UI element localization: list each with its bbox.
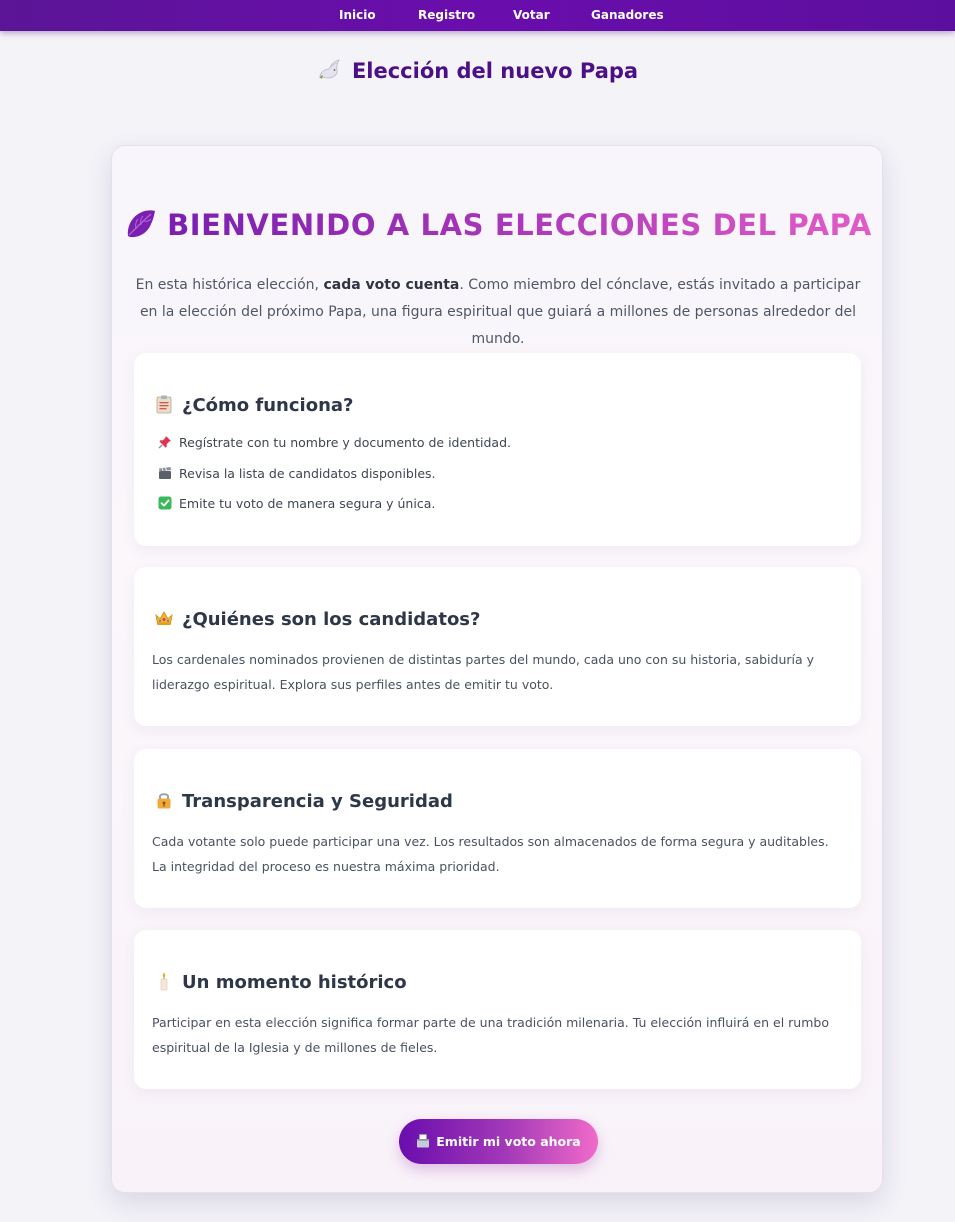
steps-list: Regístrate con tu nombre y documento de … <box>158 435 511 527</box>
check-mark-icon <box>158 496 172 510</box>
transparency-description: Cada votante solo puede participar una v… <box>152 834 829 874</box>
hero-title-text: BIENVENIDO A LAS ELECCIONES DEL PAPA <box>167 208 872 242</box>
transparency-card: Transparencia y Seguridad Cada votante s… <box>134 749 861 908</box>
intro-paragraph: En esta histórica elección, cada voto cu… <box>132 272 864 353</box>
step-text: Emite tu voto de manera segura y única. <box>179 496 436 511</box>
crown-icon <box>154 608 174 628</box>
historic-moment-card: Un momento histórico Participar en esta … <box>134 930 861 1089</box>
step-text: Regístrate con tu nombre y documento de … <box>179 435 511 450</box>
dove-icon <box>317 58 343 82</box>
intro-text-start: En esta histórica elección, <box>135 277 324 293</box>
nav-link-votar[interactable]: Votar <box>513 0 550 31</box>
step-item: Regístrate con tu nombre y documento de … <box>158 435 511 466</box>
transparency-title: Transparencia y Seguridad <box>154 790 453 812</box>
candidates-description: Los cardenales nominados provienen de di… <box>152 652 815 692</box>
intro-emphasis: cada voto cuenta <box>323 277 460 293</box>
page-title-text: Elección del nuevo Papa <box>351 59 639 83</box>
hero-title: BIENVENIDO A LAS ELECCIONES DEL PAPA <box>112 208 884 242</box>
how-it-works-title: ¿Cómo funciona? <box>154 394 353 416</box>
cast-vote-button[interactable]: Emitir mi voto ahora <box>399 1119 598 1164</box>
how-it-works-title-text: ¿Cómo funciona? <box>182 395 354 416</box>
top-nav: Inicio Registro Votar Ganadores <box>0 0 955 31</box>
leaf-icon <box>124 208 157 240</box>
historic-moment-title: Un momento histórico <box>154 971 407 993</box>
page-title: Elección del nuevo Papa <box>0 58 955 83</box>
candidates-card: ¿Quiénes son los candidatos? Los cardena… <box>134 567 861 726</box>
ballot-box-icon <box>416 1134 430 1148</box>
transparency-title-text: Transparencia y Seguridad <box>182 791 453 812</box>
step-item: Revisa la lista de candidatos disponible… <box>158 466 511 497</box>
clipboard-icon <box>154 394 174 414</box>
candidates-title: ¿Quiénes son los candidatos? <box>154 608 480 630</box>
clapperboard-icon <box>158 466 172 480</box>
nav-link-ganadores[interactable]: Ganadores <box>591 0 664 31</box>
step-text: Revisa la lista de candidatos disponible… <box>179 465 436 481</box>
candidates-title-text: ¿Quiénes son los candidatos? <box>182 609 481 630</box>
historic-moment-title-text: Un momento histórico <box>182 972 407 993</box>
historic-moment-description: Participar en esta elección significa fo… <box>152 1015 829 1055</box>
nav-link-inicio[interactable]: Inicio <box>339 0 376 31</box>
welcome-card: BIENVENIDO A LAS ELECCIONES DEL PAPA En … <box>111 145 883 1193</box>
how-it-works-card: ¿Cómo funciona? Regístrate con tu nombre… <box>134 353 861 546</box>
step-item: Emite tu voto de manera segura y única. <box>158 496 511 527</box>
lock-icon <box>154 790 174 810</box>
candle-icon <box>154 971 174 991</box>
pushpin-icon <box>158 435 172 449</box>
nav-link-registro[interactable]: Registro <box>418 0 475 31</box>
cast-vote-button-label: Emitir mi voto ahora <box>436 1134 581 1149</box>
